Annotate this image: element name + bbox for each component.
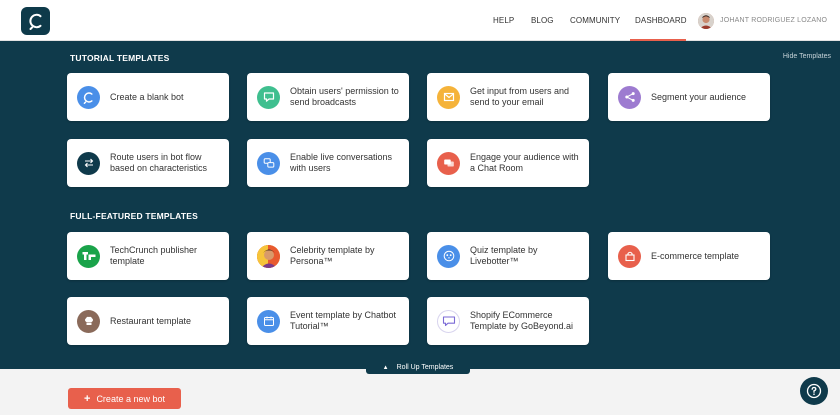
chat-room-icon [437,151,460,175]
tutorial-templates-title: TUTORIAL TEMPLATES [70,53,170,63]
user-avatar[interactable] [698,13,714,29]
template-card-label: Event template by Chatbot Tutorial™ [290,310,397,331]
nav-dashboard-link[interactable]: DASHBOARD [635,0,687,41]
template-card-event[interactable]: Event template by Chatbot Tutorial™ [247,297,409,345]
template-card-segment-audience[interactable]: Segment your audience [608,73,770,121]
chef-hat-icon [77,309,100,333]
template-card-celebrity[interactable]: Celebrity template by Persona™ [247,232,409,280]
template-card-live-conversations[interactable]: Enable live conversations with users [247,139,409,187]
chatbot-logo-icon [77,85,100,109]
share-icon [618,85,641,109]
quiz-icon [437,244,460,268]
route-arrows-icon [77,151,100,175]
user-name[interactable]: JOHANT RODRIGUEZ LOZANO [720,0,827,41]
top-navbar: HELP BLOG COMMUNITY DASHBOARD JOHANT ROD… [0,0,840,42]
celebrity-avatar-icon [257,244,280,268]
nav-help-link[interactable]: HELP [493,0,514,41]
template-card-ecommerce[interactable]: E-commerce template [608,232,770,280]
template-card-quiz[interactable]: Quiz template by Livebotter™ [427,232,589,280]
template-card-label: TechCrunch publisher template [110,245,198,266]
full-featured-templates-title: FULL-FEATURED TEMPLATES [70,211,198,221]
template-card-label: E-commerce template [651,250,740,261]
shop-icon [618,244,641,268]
template-card-route-users[interactable]: Route users in bot flow based on charact… [67,139,229,187]
calendar-icon [257,309,280,333]
template-card-label: Get input from users and send to your em… [470,86,570,107]
techcrunch-logo-icon [77,244,100,268]
template-card-label: Restaurant template [110,315,192,326]
template-card-label: Create a blank bot [110,91,184,102]
template-card-get-input[interactable]: Get input from users and send to your em… [427,73,589,121]
template-card-label: Segment your audience [651,91,747,102]
hide-templates-link[interactable]: Hide Templates [783,53,831,60]
template-card-label: Engage your audience with a Chat Room [470,152,579,173]
nav-blog-link[interactable]: BLOG [531,0,554,41]
templates-panel: TUTORIAL TEMPLATES Hide Templates Create… [0,41,840,369]
template-card-chat-room[interactable]: Engage your audience with a Chat Room [427,139,589,187]
roll-up-label: Roll Up Templates [396,364,454,371]
help-question-icon [806,383,822,399]
chatfuel-logo-icon[interactable] [21,7,50,35]
template-card-create-blank-bot[interactable]: Create a blank bot [67,73,229,121]
template-card-label: Quiz template by Livebotter™ [470,245,538,266]
message-icon [257,85,280,109]
create-new-bot-button[interactable]: + Create a new bot [68,388,181,409]
create-new-bot-label: Create a new bot [96,393,165,404]
template-card-obtain-permission[interactable]: Obtain users' permission to send broadca… [247,73,409,121]
envelope-icon [437,85,460,109]
template-card-shopify[interactable]: Shopify ECommerce Template by GoBeyond.a… [427,297,589,345]
live-chat-icon [257,151,280,175]
gobeyond-logo-icon [437,309,460,333]
template-card-label: Route users in bot flow based on charact… [110,152,208,173]
nav-community-link[interactable]: COMMUNITY [570,0,620,41]
template-card-restaurant[interactable]: Restaurant template [67,297,229,345]
template-card-techcrunch[interactable]: TechCrunch publisher template [67,232,229,280]
template-card-label: Obtain users' permission to send broadca… [290,86,399,107]
template-card-label: Enable live conversations with users [290,152,393,173]
chevron-up-icon: ▲ [382,364,389,371]
help-chat-button[interactable] [800,377,828,405]
roll-up-templates-button[interactable]: ▲ Roll Up Templates [366,361,470,374]
template-card-label: Celebrity template by Persona™ [290,245,375,266]
template-card-label: Shopify ECommerce Template by GoBeyond.a… [470,310,574,331]
plus-icon: + [84,392,91,405]
